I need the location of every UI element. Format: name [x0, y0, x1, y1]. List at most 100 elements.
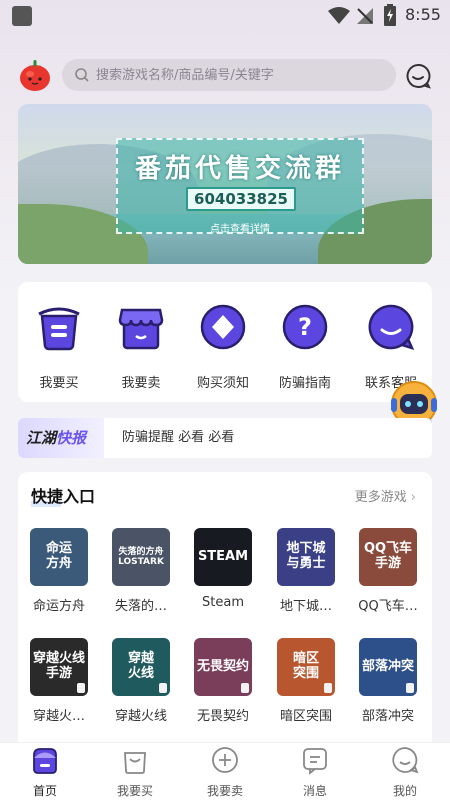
- quick-entry-title: 快捷入口: [31, 487, 96, 506]
- more-games-label: 更多游戏: [354, 490, 407, 505]
- home-icon: [33, 748, 57, 774]
- banner-title: 番茄代售交流群: [134, 154, 345, 184]
- mobile-badge-icon: [406, 683, 414, 693]
- game-entry[interactable]: 穿越火线 手游穿越火…: [26, 638, 92, 724]
- game-cover-text: STEAM: [197, 548, 249, 564]
- game-cover-text: 部落冲突: [361, 658, 414, 674]
- diamond-icon: [200, 304, 246, 350]
- game-cover: QQ飞车 手游: [359, 528, 417, 586]
- svg-text:?: ?: [298, 313, 312, 341]
- menu-sell-button[interactable]: 我要卖: [106, 302, 176, 392]
- banner-detail-link[interactable]: 点击查看详情: [118, 220, 362, 235]
- game-cover-text: 穿越火线 手游: [32, 651, 85, 681]
- game-entry[interactable]: 暗区 突围 暗区突围: [273, 638, 339, 724]
- tab-messages-label: 消息: [302, 784, 327, 798]
- game-entry[interactable]: 无畏契约 无畏契约: [190, 638, 256, 724]
- game-entry[interactable]: QQ飞车 手游 QQ飞车…: [355, 528, 421, 614]
- search-icon: [75, 68, 89, 82]
- game-entry[interactable]: 穿越 火线 穿越火线: [108, 638, 174, 724]
- quick-menu: 我要买 我要卖 购买须知 ? 防骗指南 联系客服: [18, 282, 432, 402]
- game-entry[interactable]: 失落的方舟 LOSTARK 失落的…: [108, 528, 174, 614]
- game-cover: 穿越 火线: [112, 638, 170, 696]
- search-bar[interactable]: [62, 59, 396, 91]
- message-icon: [303, 748, 327, 775]
- game-cover-text: 命运 方舟: [45, 541, 72, 571]
- tab-buy[interactable]: 我要买: [100, 745, 170, 799]
- tab-sell[interactable]: 我要卖: [190, 745, 260, 799]
- mobile-badge-icon: [241, 683, 249, 693]
- tab-profile-label: 我的: [392, 784, 417, 798]
- notice-bar[interactable]: 江湖快报 防骗提醒 必看 必看: [18, 418, 432, 458]
- notice-tag-highlight: 快报: [56, 429, 87, 447]
- menu-guide-label: 购买须知: [196, 376, 249, 391]
- tomato-logo-icon[interactable]: [18, 58, 52, 92]
- tab-profile[interactable]: 我的: [370, 745, 440, 799]
- menu-sell-label: 我要卖: [121, 376, 161, 391]
- game-cover-text: QQ飞车 手游: [363, 541, 413, 571]
- game-entry[interactable]: 部落冲突 部落冲突: [355, 638, 421, 724]
- game-name: 失落的…: [114, 599, 167, 614]
- game-cover: 地下城 与勇士: [277, 528, 335, 586]
- basket-icon: [38, 307, 80, 351]
- quick-entry-section: 快捷入口 更多游戏 › 命运 方舟命运方舟 失落的方舟 LOSTARK 失落的… STE…: [18, 472, 432, 742]
- game-cover-text: 失落的方舟 LOSTARK: [118, 546, 164, 567]
- menu-antifraud-button[interactable]: ? 防骗指南: [270, 302, 340, 392]
- game-cover: 部落冲突: [359, 638, 417, 696]
- notice-tag-prefix: 江湖: [26, 429, 57, 447]
- banner-group-number: 604033825: [186, 187, 296, 211]
- mobile-badge-icon: [159, 683, 167, 693]
- customer-chat-icon[interactable]: [404, 62, 432, 90]
- notice-tag: 江湖快报: [18, 418, 104, 458]
- notification-icon: [12, 6, 32, 26]
- menu-buy-label: 我要买: [39, 376, 79, 391]
- tab-home-label: 首页: [32, 784, 57, 798]
- mobile-badge-icon: [324, 683, 332, 693]
- game-name: 部落冲突: [361, 709, 414, 724]
- wifi-icon: [328, 7, 350, 24]
- menu-guide-button[interactable]: 购买须知: [188, 302, 258, 392]
- bottom-tab-bar: 首页 我要买 我要卖 消息 我的: [0, 742, 450, 800]
- no-signal-icon: [357, 8, 373, 24]
- game-cover-text: 地下城 与勇士: [286, 541, 326, 571]
- battery-icon: [384, 4, 396, 26]
- plus-circle-icon: [212, 747, 238, 773]
- game-name: 穿越火线: [114, 709, 167, 724]
- profile-icon: [392, 747, 419, 774]
- chat-bubble-icon: [368, 304, 415, 350]
- search-input[interactable]: [96, 59, 386, 91]
- menu-antifraud-label: 防骗指南: [278, 376, 331, 391]
- question-icon: ?: [282, 304, 328, 350]
- game-entry[interactable]: STEAM Steam: [190, 528, 256, 610]
- game-cover-text: 穿越 火线: [127, 651, 154, 681]
- mobile-badge-icon: [77, 683, 85, 693]
- notice-text[interactable]: 防骗提醒 必看 必看: [122, 418, 234, 458]
- game-entry[interactable]: 地下城 与勇士地下城…: [273, 528, 339, 614]
- more-games-link[interactable]: 更多游戏 ›: [355, 486, 416, 505]
- bag-icon: [124, 752, 146, 774]
- game-cover: 无畏契约: [194, 638, 252, 696]
- game-cover: 命运 方舟: [30, 528, 88, 586]
- game-name: 命运方舟: [32, 599, 85, 614]
- tab-sell-label: 我要卖: [206, 784, 243, 798]
- game-cover: 失落的方舟 LOSTARK: [112, 528, 170, 586]
- status-time: 8:55: [405, 5, 441, 24]
- game-name: 穿越火…: [32, 709, 85, 724]
- game-cover: 穿越火线 手游: [30, 638, 88, 696]
- store-icon: [118, 308, 164, 350]
- tab-messages[interactable]: 消息: [280, 745, 350, 799]
- chevron-right-icon: ›: [410, 490, 416, 505]
- game-name: 暗区突围: [279, 709, 332, 724]
- game-name: 地下城…: [279, 599, 332, 614]
- tab-buy-label: 我要买: [116, 784, 153, 798]
- game-name: Steam: [202, 595, 244, 610]
- banner-panel: 番茄代售交流群 604033825 点击查看详情: [116, 138, 364, 235]
- menu-buy-button[interactable]: 我要买: [24, 302, 94, 392]
- game-cover-text: 暗区 突围: [292, 651, 319, 681]
- game-cover-text: 无畏契约: [196, 658, 249, 674]
- tab-home[interactable]: 首页: [10, 745, 80, 799]
- game-cover: STEAM: [194, 528, 252, 586]
- game-cover: 暗区 突围: [277, 638, 335, 696]
- game-entry[interactable]: 命运 方舟 命运方舟: [26, 528, 92, 614]
- status-bar: 8:55: [0, 0, 450, 32]
- promo-banner[interactable]: 番茄代售交流群 604033825 点击查看详情: [18, 104, 432, 264]
